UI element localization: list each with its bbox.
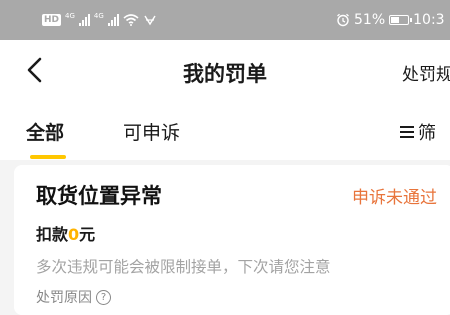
hd-badge: HD (42, 14, 62, 26)
penalty-card[interactable]: 取货位置异常 申诉未通过 扣款0元 多次违规可能会被限制接单，下次请您注意 处罚… (14, 165, 450, 315)
deduction-unit: 元 (79, 225, 96, 244)
deduction-line: 扣款0元 (36, 221, 95, 245)
status-bar: HD 4G 4G 51% 10:3 (0, 0, 450, 40)
network-type-label: 4G (93, 12, 104, 20)
signal-icon (78, 14, 90, 26)
filter-label: 筛 (418, 123, 436, 144)
status-bar-left: HD 4G 4G (42, 11, 157, 29)
tab-all[interactable]: 全部 (26, 118, 64, 145)
filter-button[interactable]: 筛 (400, 119, 436, 145)
alarm-icon (337, 13, 349, 27)
clock: 10:3 (413, 12, 445, 28)
help-icon[interactable]: ? (96, 289, 111, 305)
nav-bar: 我的罚单 处罚规 (0, 40, 450, 102)
menu-icon (400, 126, 414, 138)
signal-icon (107, 14, 119, 26)
tabs-bar: 全部 可申诉 筛 (0, 102, 450, 160)
warning-text: 多次违规可能会被限制接单，下次请您注意 (36, 258, 331, 276)
data-saver-icon (144, 15, 156, 26)
penalty-title: 取货位置异常 (36, 184, 162, 208)
back-chevron-icon[interactable] (24, 57, 46, 83)
network-type-label: 4G (65, 12, 75, 20)
deduction-prefix: 扣款 (36, 225, 69, 244)
battery-percent: 51% (354, 12, 386, 28)
tab-appealable[interactable]: 可申诉 (123, 118, 180, 145)
battery-icon (389, 15, 413, 25)
penalty-rules-link[interactable]: 处罚规 (402, 60, 450, 85)
deduction-amount: 0 (68, 225, 80, 244)
status-bar-right: 51% 10:3 (336, 10, 445, 30)
wifi-icon (123, 14, 139, 26)
battery-fill (391, 17, 400, 23)
active-tab-indicator (30, 155, 66, 159)
penalty-reason-link[interactable]: 处罚原因 ? (36, 287, 111, 307)
appeal-status: 申诉未通过 (352, 188, 437, 208)
penalty-reason-label: 处罚原因 (36, 290, 92, 306)
page-title: 我的罚单 (183, 62, 267, 86)
